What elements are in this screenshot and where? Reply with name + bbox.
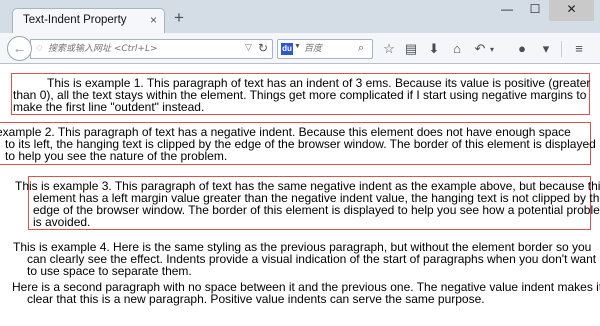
url-bar[interactable]: ◌ ▽ ↻ bbox=[30, 39, 273, 59]
new-tab-icon[interactable]: + bbox=[174, 9, 184, 26]
hamburger-menu-icon[interactable]: ≡ bbox=[571, 41, 587, 57]
maximize-icon[interactable]: ☐ bbox=[521, 0, 549, 21]
clipboard-icon[interactable]: ▤ bbox=[403, 41, 419, 57]
undo-dropdown-icon[interactable]: ▾ bbox=[484, 42, 500, 58]
example-3-paragraph: This is example 3. This paragraph of tex… bbox=[15, 176, 600, 230]
url-input[interactable] bbox=[48, 42, 238, 56]
globe-icon: ◌ bbox=[36, 42, 43, 54]
page-viewport: This is example 1. This paragraph of tex… bbox=[0, 64, 600, 326]
second-paragraph: Here is a second paragraph with no space… bbox=[12, 281, 600, 306]
search-bar[interactable]: du ▼ ⌕ bbox=[277, 39, 373, 59]
search-engine-dropdown-icon[interactable]: ▼ bbox=[294, 43, 301, 50]
menu-dropdown-icon[interactable]: ▾ bbox=[538, 41, 554, 57]
tab-title: Text-Indent Property bbox=[23, 14, 127, 26]
example-4-paragraph: This is example 4. Here is the same styl… bbox=[13, 241, 596, 281]
close-window-icon[interactable]: ✕ bbox=[549, 0, 594, 21]
back-arrow-icon: ← bbox=[12, 40, 27, 56]
home-icon[interactable]: ⌂ bbox=[449, 41, 465, 57]
bookmark-star-icon[interactable]: ☆ bbox=[381, 41, 397, 57]
example-4-line: to use space to separate them. bbox=[27, 264, 192, 278]
back-button[interactable]: ← bbox=[7, 36, 32, 61]
example-2-paragraph: This is example 2. This paragraph of tex… bbox=[0, 122, 596, 165]
chat-icon[interactable]: ● bbox=[514, 41, 530, 57]
minimize-icon[interactable]: — bbox=[493, 0, 521, 21]
reload-icon[interactable]: ↻ bbox=[258, 41, 268, 55]
example-3-line: is avoided. bbox=[33, 215, 91, 229]
example-2-line: to help you see the nature of the proble… bbox=[5, 149, 228, 163]
download-icon[interactable]: ⬇ bbox=[426, 41, 442, 57]
example-1-paragraph: This is example 1. This paragraph of tex… bbox=[11, 73, 590, 115]
example-3-line: edge of the browser window. The border o… bbox=[33, 203, 600, 217]
url-dropdown-icon[interactable]: ▽ bbox=[245, 42, 252, 53]
toolbar-divider bbox=[561, 41, 562, 57]
baidu-icon[interactable]: du bbox=[281, 43, 293, 55]
second-paragraph-line: clear that this is a new paragraph. Posi… bbox=[27, 292, 485, 306]
tab-active[interactable]: Text-Indent Property × bbox=[12, 8, 165, 34]
search-icon[interactable]: ⌕ bbox=[358, 42, 364, 55]
example-1-line: make the first line "outdent" instead. bbox=[13, 100, 205, 114]
tab-bar: Text-Indent Property × + — ☐ ✕ bbox=[0, 0, 600, 34]
search-input[interactable] bbox=[304, 42, 356, 56]
tab-close-icon[interactable]: × bbox=[150, 13, 157, 27]
nav-bar: ◌ ▽ ↻ ← du ▼ ⌕ ☆ ▤ ⬇ ⌂ ↶ ▾ ● ▾ ≡ bbox=[0, 33, 600, 64]
